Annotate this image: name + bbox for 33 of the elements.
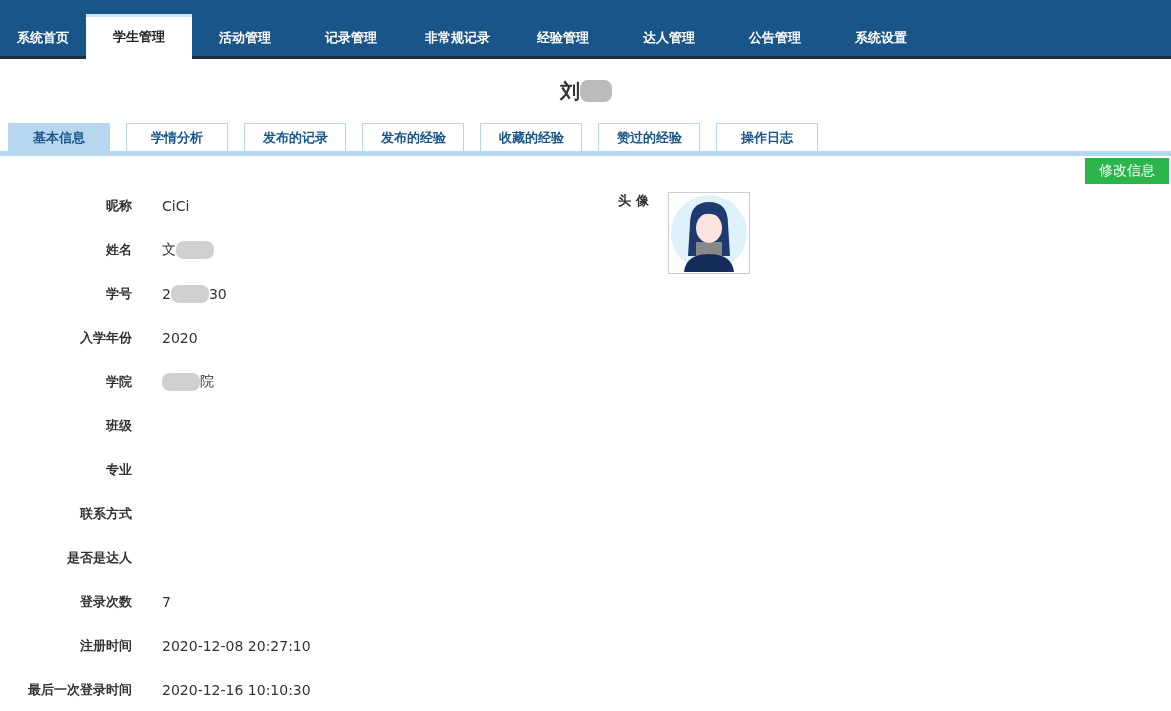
field-label: 学号 [105, 285, 132, 303]
field-label: 学院 [105, 373, 132, 391]
field-value: 2020 [162, 330, 198, 346]
nav-tab[interactable]: 公告管理 [722, 16, 828, 56]
field-value: 2020-12-08 20:27:10 [162, 638, 311, 654]
nav-tab[interactable]: 经验管理 [510, 16, 616, 56]
nav-tab[interactable]: 活动管理 [192, 16, 298, 56]
field-label: 姓名 [105, 241, 132, 259]
nav-tab[interactable]: 非常规记录 [404, 16, 510, 56]
field-value: 2 [162, 286, 171, 302]
field-value: 院 [200, 373, 214, 391]
field-value: 2020-12-16 10:10:30 [162, 682, 311, 698]
field-value: CiCi [162, 198, 190, 214]
nav-tab[interactable]: 达人管理 [616, 16, 722, 56]
field-value: 7 [162, 594, 171, 610]
tab[interactable]: 基本信息 [8, 123, 110, 151]
field-label: 联系方式 [79, 505, 132, 523]
nav-tab[interactable]: 记录管理 [298, 16, 404, 56]
student-name-title: 刘 [559, 77, 580, 105]
field-label: 昵称 [105, 197, 132, 215]
field-label: 最后一次登录时间 [27, 681, 132, 699]
nav-tab[interactable]: 学生管理 [86, 14, 192, 59]
field-label: 是否是达人 [66, 549, 132, 567]
field-label: 登录次数 [79, 593, 132, 611]
field-value: 30 [208, 286, 227, 302]
nav-tab[interactable]: 系统首页 [0, 16, 86, 56]
field-value: 文 [162, 241, 176, 259]
field-label: 班级 [104, 417, 132, 435]
nav-tab[interactable]: 系统设置 [828, 16, 934, 56]
field-label: 入学年份 [79, 329, 132, 347]
avatar-label: 头 像 [618, 192, 650, 210]
field-label: 注册时间 [79, 637, 132, 655]
field-label: 专业 [105, 461, 132, 479]
